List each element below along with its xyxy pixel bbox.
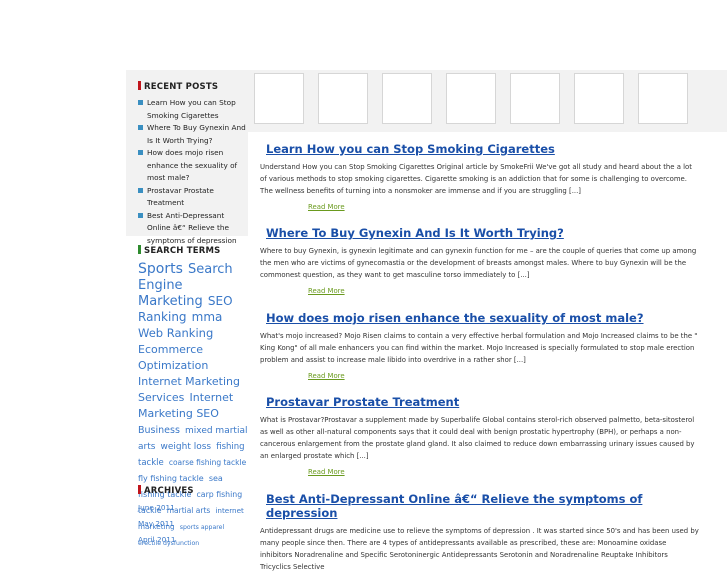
recent-post-link[interactable]: Where To Buy Gynexin And Is It Worth Try… xyxy=(147,123,246,145)
recent-post-item[interactable]: How does mojo risen enhance the sexualit… xyxy=(138,147,248,185)
read-more-link[interactable]: Read More xyxy=(308,468,345,476)
recent-post-link[interactable]: How does mojo risen enhance the sexualit… xyxy=(147,148,237,182)
search-term-link[interactable]: mma xyxy=(192,310,223,324)
posts-list: Learn How you can Stop Smoking Cigarette… xyxy=(248,132,727,571)
thumbnail[interactable] xyxy=(638,73,688,124)
recent-post-item[interactable]: Learn How you can Stop Smoking Cigarette… xyxy=(138,97,248,122)
thumbnail[interactable] xyxy=(510,73,560,124)
archive-link[interactable]: April 2011 xyxy=(138,534,176,550)
recent-post-item[interactable]: Where To Buy Gynexin And Is It Worth Try… xyxy=(138,122,248,147)
title-marker-icon xyxy=(138,485,141,494)
recent-post-link[interactable]: Prostavar Prostate Treatment xyxy=(147,186,214,208)
search-term-link[interactable]: Business xyxy=(138,425,180,436)
search-term-link[interactable]: Sports xyxy=(138,261,183,277)
recent-post-link[interactable]: Best Anti-Depressant Online â€“ Relieve … xyxy=(147,211,237,245)
post-excerpt: Understand How you can Stop Smoking Ciga… xyxy=(260,163,692,195)
thumbnail[interactable] xyxy=(382,73,432,124)
read-more-link[interactable]: Read More xyxy=(308,203,345,211)
thumbnail[interactable] xyxy=(446,73,496,124)
featured-thumbnails xyxy=(248,70,727,132)
search-term-link[interactable]: fly fishing tackle xyxy=(138,474,204,483)
post-entry: How does mojo risen enhance the sexualit… xyxy=(260,311,700,366)
archive-link[interactable]: May 2011 xyxy=(138,518,176,534)
read-more-link[interactable]: Read More xyxy=(308,372,345,380)
search-term-link[interactable]: weight loss xyxy=(161,442,212,452)
thumbnail[interactable] xyxy=(254,73,304,124)
post-excerpt: What is Prostavar?Prostavar a supplement… xyxy=(260,416,695,460)
post-title-link[interactable]: Prostavar Prostate Treatment xyxy=(260,395,700,409)
post-title-link[interactable]: How does mojo risen enhance the sexualit… xyxy=(260,311,700,325)
post-excerpt: What's mojo increased? Mojo Risen claims… xyxy=(260,332,698,364)
title-marker-icon xyxy=(138,81,141,90)
post-excerpt: Where to buy Gynexin, is gynexin legitim… xyxy=(260,247,697,279)
thumbnail[interactable] xyxy=(318,73,368,124)
search-terms-title: SEARCH TERMS xyxy=(138,245,221,256)
post-entry: Prostavar Prostate Treatment What is Pro… xyxy=(260,395,700,462)
post-entry: Learn How you can Stop Smoking Cigarette… xyxy=(260,142,700,197)
title-marker-icon xyxy=(138,245,141,254)
archive-link[interactable]: June 2011 xyxy=(138,502,176,518)
search-term-link[interactable]: sports apparel xyxy=(180,524,224,531)
post-entry: Best Anti-Depressant Online â€“ Relieve … xyxy=(260,492,700,573)
search-term-link[interactable]: Web Ranking xyxy=(138,326,213,340)
post-entry: Where To Buy Gynexin And Is It Worth Try… xyxy=(260,226,700,281)
read-more-link[interactable]: Read More xyxy=(308,287,345,295)
recent-post-item[interactable]: Best Anti-Depressant Online â€“ Relieve … xyxy=(138,210,248,248)
search-term-link[interactable]: Ecommerce Optimization xyxy=(138,343,208,372)
archives-list: June 2011 May 2011 April 2011 xyxy=(138,502,176,550)
archives-title: ARCHIVES xyxy=(138,485,194,496)
recent-post-item[interactable]: Prostavar Prostate Treatment xyxy=(138,185,248,210)
recent-posts-title: RECENT POSTS xyxy=(138,81,218,92)
post-excerpt: Antidepressant drugs are medicine use to… xyxy=(260,527,699,571)
search-term-link[interactable]: coarse fishing tackle xyxy=(169,458,246,467)
sidebar: RECENT POSTS Learn How you can Stop Smok… xyxy=(126,70,248,547)
post-title-link[interactable]: Learn How you can Stop Smoking Cigarette… xyxy=(260,142,700,156)
post-title-link[interactable]: Best Anti-Depressant Online â€“ Relieve … xyxy=(260,492,700,520)
thumbnail[interactable] xyxy=(574,73,624,124)
recent-post-link[interactable]: Learn How you can Stop Smoking Cigarette… xyxy=(147,98,236,120)
header-band xyxy=(0,0,727,70)
recent-posts-widget: RECENT POSTS Learn How you can Stop Smok… xyxy=(126,70,248,245)
post-title-link[interactable]: Where To Buy Gynexin And Is It Worth Try… xyxy=(260,226,700,240)
recent-posts-list: Learn How you can Stop Smoking Cigarette… xyxy=(138,97,248,247)
